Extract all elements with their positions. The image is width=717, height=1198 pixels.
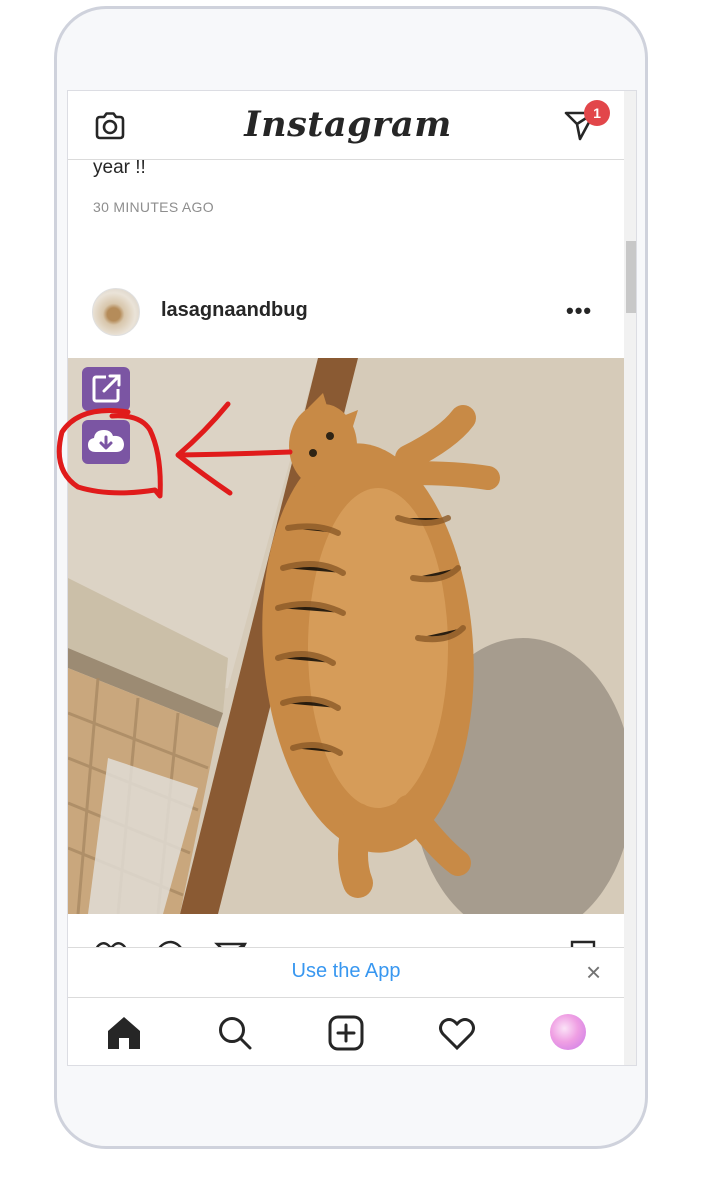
- red-annotation: [56, 401, 293, 499]
